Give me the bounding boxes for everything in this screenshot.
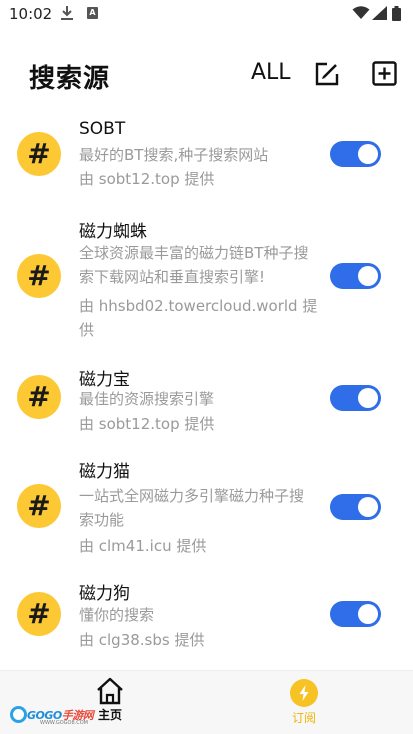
nav-subscribe-label: 订阅 (291, 711, 316, 725)
hash-icon: # (17, 254, 61, 298)
source-name: 磁力猫 (79, 462, 130, 482)
hash-icon: # (17, 484, 61, 528)
source-enable-toggle[interactable] (330, 494, 381, 520)
watermark-subtext: WWW.GOGO8.COM (40, 720, 88, 726)
add-box-icon[interactable] (372, 61, 397, 86)
source-provider: 由 hhsbd02.towercloud.world 提供 (79, 297, 318, 339)
source-item-cili-mao[interactable]: # 磁力猫 一站式全网磁力多引擎磁力种子搜索功能 由 clm41.icu 提供 (0, 452, 413, 572)
source-item-sobt[interactable]: # SOBT 最好的BT搜索,种子搜索网站 由 sobt12.top 提供 (0, 112, 413, 202)
source-description: 最佳的资源搜索引擎 (79, 390, 215, 408)
hash-icon: # (17, 375, 61, 419)
download-icon (61, 6, 73, 20)
status-bar: 10:02 A (0, 0, 413, 28)
source-item-cili-bao[interactable]: # 磁力宝 最佳的资源搜索引擎 由 sobt12.top 提供 (0, 358, 413, 448)
source-description: 全球资源最丰富的磁力链BT种子搜索下载网站和垂直搜索引擎! (79, 244, 309, 286)
app-header: 搜索源 ALL (0, 50, 413, 96)
logo-badge-icon (10, 706, 27, 723)
source-enable-toggle[interactable] (330, 601, 381, 627)
source-name: 磁力蜘蛛 (79, 222, 147, 242)
signal-icon (372, 6, 387, 20)
lightning-icon (290, 679, 318, 707)
source-enable-toggle[interactable] (330, 263, 381, 289)
source-item-cili-gou[interactable]: # 磁力狗 懂你的搜索 由 clg38.sbs 提供 (0, 574, 413, 664)
source-provider: 由 clg38.sbs 提供 (79, 631, 205, 649)
source-enable-toggle[interactable] (330, 141, 381, 167)
source-description: 一站式全网磁力多引擎磁力种子搜索功能 (79, 487, 305, 529)
source-item-cili-zhizhu[interactable]: # 磁力蜘蛛 全球资源最丰富的磁力链BT种子搜索下载网站和垂直搜索引擎! 由 h… (0, 206, 413, 346)
page-title: 搜索源 (29, 64, 111, 94)
home-icon (97, 677, 123, 705)
edit-icon[interactable] (314, 61, 340, 87)
status-time: 10:02 (9, 5, 53, 23)
nav-subscribe-tab[interactable]: 订阅 (284, 679, 324, 733)
source-description: 懂你的搜索 (79, 606, 155, 624)
source-provider: 由 sobt12.top 提供 (79, 415, 215, 433)
hash-icon: # (17, 592, 61, 636)
source-name: SOBT (79, 119, 126, 139)
hash-icon: # (17, 132, 61, 176)
a-notification-icon: A (87, 7, 98, 19)
source-description: 最好的BT搜索,种子搜索网站 (79, 146, 269, 164)
all-button[interactable]: ALL (251, 60, 291, 85)
wifi-icon (352, 6, 370, 19)
nav-home-label: 主页 (97, 708, 122, 722)
battery-icon (392, 6, 401, 21)
watermark-logo: GOGO手游网 WWW.GOGO8.COM (10, 705, 94, 726)
source-enable-toggle[interactable] (330, 385, 381, 411)
nav-home-tab[interactable]: 主页 (90, 677, 130, 731)
source-name: 磁力狗 (79, 584, 130, 604)
source-provider: 由 sobt12.top 提供 (79, 170, 215, 188)
source-provider: 由 clm41.icu 提供 (79, 537, 207, 555)
